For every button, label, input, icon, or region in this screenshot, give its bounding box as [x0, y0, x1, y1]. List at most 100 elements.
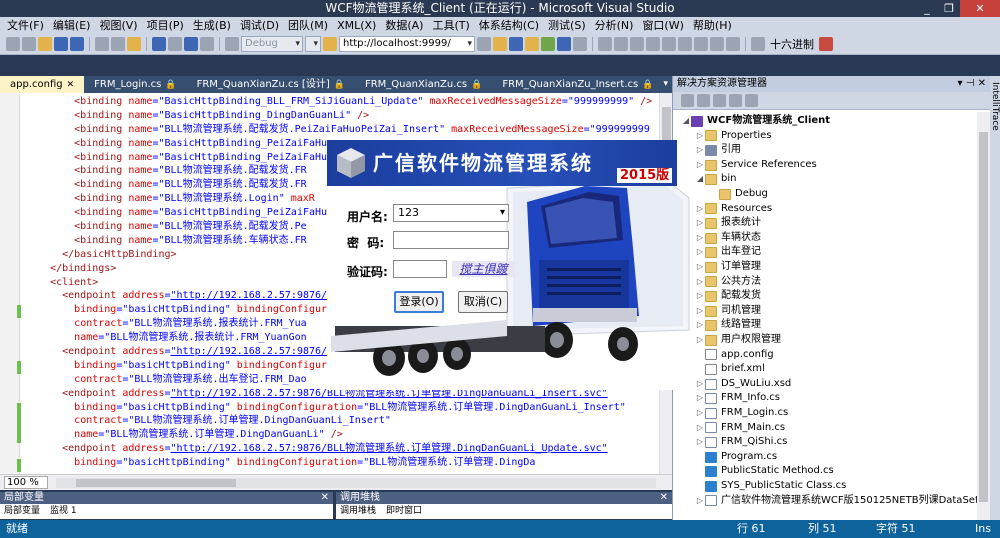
tab-app-config[interactable]: app.config ✕: [0, 76, 85, 93]
view-designer-icon[interactable]: [745, 94, 758, 107]
add-item-icon[interactable]: [22, 36, 36, 51]
collapse-arrow-icon[interactable]: ◢: [695, 172, 705, 187]
pane-tab-immediate[interactable]: 即时窗口: [386, 504, 422, 519]
expand-arrow-icon[interactable]: ▷: [695, 377, 705, 392]
solution-tree-item[interactable]: ▷ 配载发货: [695, 289, 761, 304]
cut-icon[interactable]: [95, 36, 109, 51]
menu-item[interactable]: 文件(F): [4, 17, 50, 33]
collapse-arrow-icon[interactable]: ◢: [681, 114, 691, 129]
breakpoints-icon[interactable]: [710, 36, 724, 51]
menu-item[interactable]: XML(X): [334, 19, 382, 32]
open-file-icon[interactable]: [38, 36, 52, 51]
expand-arrow-icon[interactable]: ▷: [695, 231, 705, 246]
scrollbar-thumb[interactable]: [979, 132, 988, 502]
start-debug-icon[interactable]: [225, 36, 239, 51]
expand-arrow-icon[interactable]: ▷: [695, 421, 705, 436]
restore-button[interactable]: ❐: [938, 0, 960, 17]
thread-icon[interactable]: [726, 36, 740, 51]
captcha-field[interactable]: [393, 260, 447, 278]
solution-tree-item[interactable]: Debug: [709, 187, 768, 202]
stop-debug-icon[interactable]: [662, 36, 676, 51]
expand-arrow-icon[interactable]: ▷: [695, 143, 705, 158]
pin-icon[interactable]: ▾ ⊣ ✕: [958, 76, 986, 92]
solution-tree-item[interactable]: ▷ Properties: [695, 129, 772, 144]
solution-tree-item[interactable]: ▷ 公共方法: [695, 275, 761, 290]
extension-manager-icon[interactable]: [573, 36, 587, 51]
tab-frm-quanxianzu-insert[interactable]: FRM_QuanXianZu_Insert.cs 🔒: [492, 76, 663, 93]
show-all-files-icon[interactable]: [697, 94, 710, 107]
menu-item[interactable]: 视图(V): [96, 17, 143, 33]
solution-tree-item[interactable]: ▷ 引用: [695, 143, 741, 158]
zoom-level-combo[interactable]: 100 %: [4, 476, 48, 489]
expand-arrow-icon[interactable]: ▷: [695, 289, 705, 304]
tab-frm-quanxianzu[interactable]: FRM_QuanXianZu.cs 🔒: [355, 76, 492, 93]
url-combo[interactable]: http://localhost:9999/: [339, 35, 475, 52]
expand-arrow-icon[interactable]: ▷: [695, 260, 705, 275]
solution-tree-item[interactable]: ▷ FRM_Main.cs: [695, 421, 785, 436]
solution-tree-item[interactable]: ▷ 订单管理: [695, 260, 761, 275]
menu-item[interactable]: 调试(D): [237, 17, 285, 33]
solution-tree-item[interactable]: ▷ 车辆状态: [695, 231, 761, 246]
solution-tree-item[interactable]: ▷ FRM_Login.cs: [695, 406, 788, 421]
menu-item[interactable]: 生成(B): [190, 17, 237, 33]
solution-tree-item[interactable]: ◢ bin: [695, 172, 736, 187]
tab-overflow-icon[interactable]: ▾: [663, 76, 668, 93]
menu-item[interactable]: 分析(N): [592, 17, 640, 33]
show-next-statement-icon[interactable]: [694, 36, 708, 51]
username-select[interactable]: 123: [393, 204, 509, 222]
step-into-icon[interactable]: [598, 36, 612, 51]
redo-icon[interactable]: [168, 36, 182, 51]
pane-tab-watch[interactable]: 监视 1: [50, 504, 77, 519]
expand-arrow-icon[interactable]: ▷: [695, 494, 705, 509]
expand-arrow-icon[interactable]: ▷: [695, 333, 705, 348]
menu-item[interactable]: 项目(P): [144, 17, 190, 33]
menu-item[interactable]: 编辑(E): [50, 17, 97, 33]
save-all-icon[interactable]: [70, 36, 84, 51]
tab-frm-login[interactable]: FRM_Login.cs 🔒: [84, 76, 186, 93]
solution-config-combo[interactable]: Debug: [241, 35, 303, 52]
solution-tree-item[interactable]: ▷ FRM_QiShi.cs: [695, 435, 787, 450]
menu-item[interactable]: 窗口(W): [639, 17, 689, 33]
close-icon[interactable]: ✕: [67, 80, 75, 90]
expand-arrow-icon[interactable]: ▷: [695, 435, 705, 450]
find-icon[interactable]: [477, 36, 491, 51]
minimize-button[interactable]: _: [916, 0, 938, 17]
navigate-forward-icon[interactable]: [200, 36, 214, 51]
new-project-icon[interactable]: [6, 36, 20, 51]
expand-arrow-icon[interactable]: ▷: [695, 406, 705, 421]
step-out-icon[interactable]: [630, 36, 644, 51]
solution-tree-item[interactable]: PublicStatic Method.cs: [695, 464, 834, 479]
solution-tree-item[interactable]: ▷ 广信软件物流管理系统WCF版150125NETB列课DataSet.xsd: [695, 494, 978, 509]
solution-tree-item[interactable]: ▷ FRM_Info.cs: [695, 391, 780, 406]
solution-scrollbar[interactable]: [977, 112, 990, 520]
solution-tree-item[interactable]: brief.xml: [695, 362, 765, 377]
expand-arrow-icon[interactable]: ▷: [695, 304, 705, 319]
solution-tree-item[interactable]: Program.cs: [695, 450, 777, 465]
object-browser-icon[interactable]: [525, 36, 539, 51]
close-icon[interactable]: ✕: [660, 492, 668, 504]
solution-tree-item[interactable]: ▷ 用户权限管理: [695, 333, 781, 348]
toolbox-icon[interactable]: [541, 36, 555, 51]
start-page-icon[interactable]: [557, 36, 571, 51]
intellitrace-tab[interactable]: IntelliTrace: [990, 82, 1000, 131]
step-over-icon[interactable]: [614, 36, 628, 51]
password-field[interactable]: [393, 231, 509, 249]
pane-tab-call-stack[interactable]: 调用堆栈: [340, 504, 376, 519]
login-button[interactable]: 登录(O): [394, 291, 444, 313]
platform-combo[interactable]: [305, 35, 321, 52]
editor-horizontal-scrollbar[interactable]: [56, 477, 656, 488]
find-in-files-icon[interactable]: [751, 36, 765, 51]
copy-icon[interactable]: [111, 36, 125, 51]
expand-arrow-icon[interactable]: ▷: [695, 275, 705, 290]
restart-icon[interactable]: [678, 36, 692, 51]
close-icon[interactable]: ✕: [321, 492, 329, 504]
menu-item[interactable]: 工具(T): [429, 17, 475, 33]
tab-frm-quanxianzu-designer[interactable]: FRM_QuanXianZu.cs [设计] 🔒: [187, 76, 355, 93]
expand-arrow-icon[interactable]: ▷: [695, 129, 705, 144]
save-icon[interactable]: [54, 36, 68, 51]
solution-tree-item[interactable]: ▷ Resources: [695, 202, 772, 217]
captcha-image[interactable]: 搅主俱踱: [452, 261, 515, 277]
expand-arrow-icon[interactable]: ▷: [695, 158, 705, 173]
solution-explorer-icon[interactable]: [493, 36, 507, 51]
browser-icon[interactable]: [323, 36, 337, 51]
